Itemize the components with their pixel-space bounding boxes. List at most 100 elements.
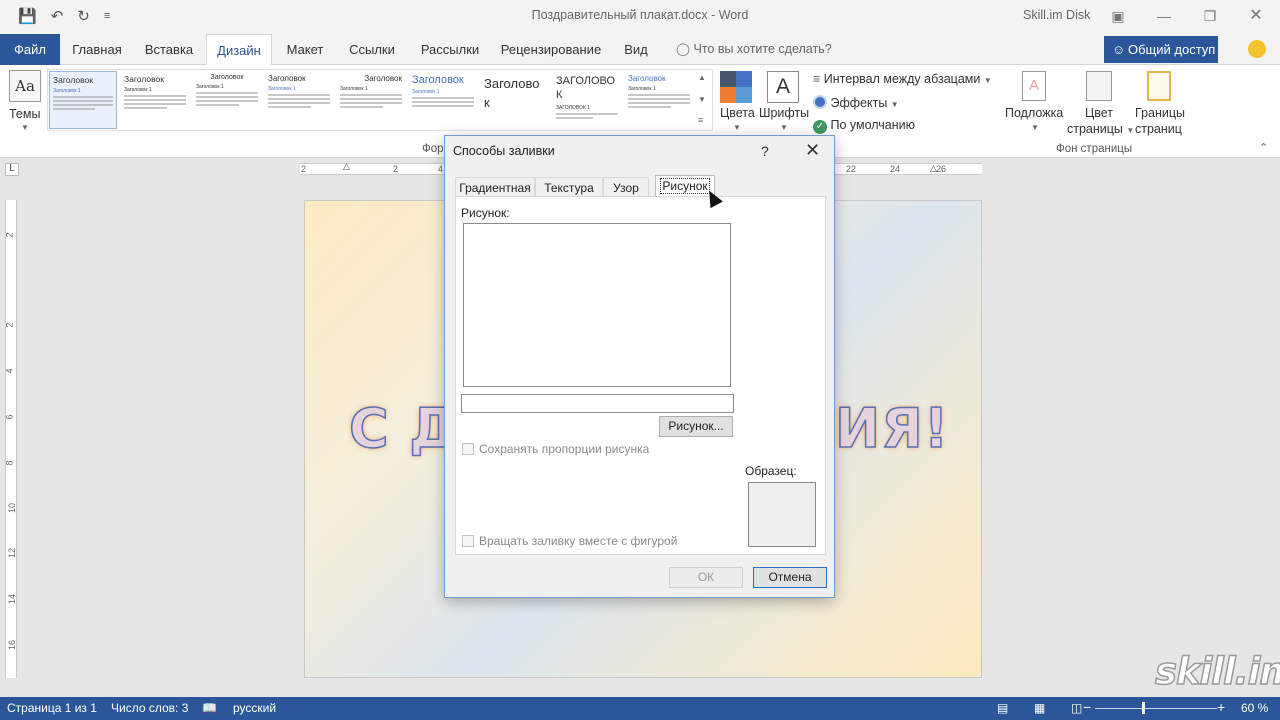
colors-dropdown-icon[interactable]: ▼ [733, 123, 741, 132]
web-layout-icon[interactable]: ◫ [1071, 701, 1082, 715]
paragraph-spacing-label: Интервал между абзацами [823, 72, 981, 86]
collapse-ribbon-icon[interactable]: ⌃ [1259, 141, 1268, 154]
tab-gradient[interactable]: Градиентная [455, 177, 535, 197]
style-subheading: ЗАГОЛОВОК 1 [556, 105, 590, 111]
themes-icon[interactable]: Aa [9, 70, 41, 102]
style-set-item[interactable]: Заголово к [481, 71, 549, 129]
zoom-slider-thumb[interactable] [1142, 702, 1145, 714]
ok-button[interactable]: ОК [669, 567, 743, 588]
tab-file[interactable]: Файл [0, 34, 60, 65]
share-label: Общий доступ [1128, 42, 1216, 57]
watermark-icon[interactable]: A [1022, 71, 1046, 101]
tab-selector[interactable]: L [5, 163, 19, 176]
fonts-label[interactable]: Шрифты [759, 106, 809, 120]
language[interactable]: русский [233, 701, 276, 715]
style-set-item[interactable]: Заголовок Заголовок 1 [49, 71, 117, 129]
themes-dropdown-icon[interactable]: ▼ [21, 123, 29, 132]
page-borders-icon[interactable] [1147, 71, 1171, 101]
poster-text-right[interactable]: ИЯ! [834, 396, 949, 461]
fonts-icon[interactable]: A [767, 71, 799, 103]
zoom-level[interactable]: 60 % [1241, 701, 1268, 715]
page-color-label-line1[interactable]: Цвет [1085, 106, 1113, 120]
ruler-number: 6 [4, 414, 15, 420]
tab-home[interactable]: Главная [64, 34, 130, 65]
ruler-number: 4 [438, 164, 444, 174]
tab-references[interactable]: Ссылки [342, 34, 402, 65]
themes-label[interactable]: Темы [9, 107, 40, 121]
select-picture-button[interactable]: Рисунок... [659, 416, 733, 437]
print-layout-icon[interactable]: ▦ [1034, 701, 1045, 715]
left-indent-marker-icon[interactable]: △ [343, 161, 350, 172]
style-heading: Заголовок [268, 74, 306, 83]
paragraph-spacing-button[interactable]: ≡ Интервал между абзацами ▼ [813, 72, 992, 86]
tab-insert[interactable]: Вставка [136, 34, 202, 65]
gallery-scroll-down-icon[interactable]: ▼ [698, 95, 706, 104]
fonts-dropdown-icon[interactable]: ▼ [780, 123, 788, 132]
ribbon-tabs: Файл Главная Вставка Дизайн Макет Ссылки… [0, 34, 1280, 66]
tab-review[interactable]: Рецензирование [498, 34, 604, 65]
style-subheading: Заголовок 1 [412, 89, 440, 95]
read-mode-icon[interactable]: ▤ [997, 701, 1008, 715]
account-name[interactable]: Skill.im Disk [1023, 8, 1090, 22]
rotate-with-shape-checkbox[interactable] [462, 535, 474, 547]
style-set-item[interactable]: Заголовок Заголовок 1 [625, 71, 693, 129]
style-set-item[interactable]: Заголовок Заголовок 1 [409, 71, 477, 129]
ribbon-display-options-icon[interactable]: ▣ [1104, 4, 1132, 28]
gallery-scroll-up-icon[interactable]: ▲ [698, 73, 706, 82]
watermark-label[interactable]: Подложка [1005, 106, 1063, 120]
page-color-dropdown-icon: ▼ [1126, 126, 1135, 135]
page-borders-label-line2[interactable]: страниц [1135, 122, 1182, 136]
right-indent-marker-icon[interactable]: △ [930, 163, 937, 174]
style-set-item[interactable]: Заголовок Заголовок 1 [265, 71, 333, 129]
proofing-icon[interactable]: 📖 [202, 701, 217, 715]
save-icon[interactable]: 💾 [18, 7, 37, 25]
poster-text-left[interactable]: С Д [348, 396, 459, 461]
tab-picture-label: Рисунок [660, 178, 710, 194]
tab-texture[interactable]: Текстура [535, 177, 603, 197]
restore-icon[interactable]: ❐ [1196, 4, 1224, 28]
minimize-icon[interactable]: — [1150, 4, 1178, 28]
page-borders-label-line1[interactable]: Границы [1135, 106, 1185, 120]
zoom-in-icon[interactable]: + [1217, 699, 1225, 715]
gallery-more-icon[interactable]: ≡ [698, 115, 703, 125]
style-heading: Заголовок [412, 74, 464, 86]
tab-design[interactable]: Дизайн [206, 34, 272, 66]
style-set-item[interactable]: Заголовок Заголовок 1 [337, 71, 405, 129]
zoom-slider[interactable] [1095, 708, 1217, 709]
tell-me-box[interactable]: ◯ Что вы хотите сделать? [676, 34, 832, 65]
style-subheading: Заголовок 1 [340, 86, 368, 92]
effects-button[interactable]: Эффекты ▼ [813, 95, 899, 110]
watermark-dropdown-icon[interactable]: ▼ [1031, 123, 1039, 132]
cancel-button[interactable]: Отмена [753, 567, 827, 588]
set-as-default-button[interactable]: ✓ По умолчанию [813, 118, 915, 134]
style-heading: Заголовок [53, 75, 93, 85]
vertical-ruler[interactable]: 2 2 4 6 8 10 12 14 16 [5, 200, 17, 678]
fill-effects-dialog: Способы заливки ? ✕ Градиентная Текстура… [444, 135, 835, 598]
tab-view[interactable]: Вид [618, 34, 654, 65]
undo-icon[interactable]: ↶ [51, 7, 64, 25]
tab-pattern[interactable]: Узор [603, 177, 649, 197]
close-window-icon[interactable]: ✕ [1242, 4, 1270, 28]
tab-mailings[interactable]: Рассылки [414, 34, 486, 65]
tab-layout[interactable]: Макет [278, 34, 332, 65]
share-button[interactable]: ☺ Общий доступ [1104, 36, 1218, 63]
colors-label[interactable]: Цвета [720, 106, 755, 120]
colors-icon[interactable] [720, 71, 752, 103]
page-color-icon[interactable] [1086, 71, 1112, 101]
page-color-label-line2[interactable]: страницы ▼ [1067, 122, 1134, 136]
lock-ratio-checkbox[interactable] [462, 443, 474, 455]
customize-qat-icon[interactable]: ≡ [104, 10, 110, 22]
feedback-smiley-icon[interactable] [1248, 40, 1266, 58]
help-icon[interactable]: ? [761, 143, 769, 159]
style-set-item[interactable]: Заголовок Заголовок 1 [121, 71, 189, 129]
ruler-number: 8 [4, 460, 15, 466]
style-set-item[interactable]: Заголовок Заголовок 1 [193, 71, 261, 129]
sample-label: Образец: [745, 464, 797, 478]
word-count[interactable]: Число слов: 3 [111, 701, 188, 715]
page-count[interactable]: Страница 1 из 1 [7, 701, 97, 715]
close-icon[interactable]: ✕ [805, 140, 820, 161]
sample-preview [748, 482, 816, 547]
redo-icon[interactable]: ↻ [77, 7, 90, 25]
style-set-item[interactable]: ЗАГОЛОВО К ЗАГОЛОВОК 1 [553, 71, 621, 129]
zoom-out-icon[interactable]: − [1083, 699, 1091, 715]
